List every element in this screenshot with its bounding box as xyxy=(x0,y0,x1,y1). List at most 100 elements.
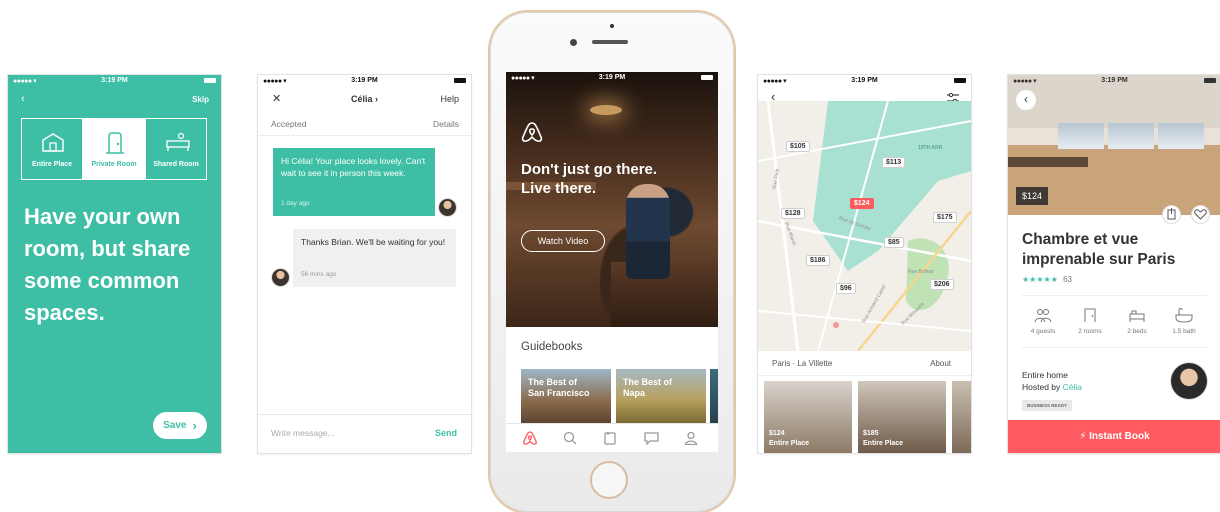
message-time: 1 day ago xyxy=(281,200,310,207)
person-reading-decoration xyxy=(626,184,670,279)
hero-image xyxy=(506,72,718,327)
message-time: 56 mins ago xyxy=(301,271,337,278)
home-type: Entire home xyxy=(1022,370,1068,380)
listing-title-line: Chambre et vue xyxy=(1022,231,1139,248)
price-pin[interactable]: $113 xyxy=(882,157,906,168)
lamp-decoration xyxy=(590,105,622,115)
status-bar: ●●●●● ▾ 3:19 PM xyxy=(758,75,971,87)
battery-icon xyxy=(204,78,216,83)
listing-card[interactable]: $124 Entire Place xyxy=(764,381,852,453)
price-pin[interactable]: $175 xyxy=(933,212,957,223)
status-row: Accepted Details xyxy=(258,113,471,136)
guidebook-title: San Francisco xyxy=(528,388,590,398)
guidebook-card[interactable] xyxy=(710,369,718,423)
house-icon xyxy=(42,133,64,152)
amenity-label: 2 beds xyxy=(1127,328,1147,335)
message-bubble-received: Thanks Brian. We'll be waiting for you! … xyxy=(293,229,456,287)
search-tab-icon[interactable] xyxy=(563,431,577,445)
guidebooks-section: Guidebooks The Best of San Francisco The… xyxy=(506,327,718,423)
instant-book-button[interactable]: ⚡ Instant Book xyxy=(1008,420,1220,453)
conversation-title[interactable]: Célia › xyxy=(258,94,471,104)
status-time: 3:19 PM xyxy=(598,74,626,81)
map-view[interactable]: $105 $113 $124 $128 $175 $85 $186 $96 $2… xyxy=(758,101,971,351)
listing-price: $124 xyxy=(769,430,785,437)
listing-price: $185 xyxy=(863,430,879,437)
segment-entire-place[interactable]: Entire Place xyxy=(21,118,83,180)
details-link[interactable]: Details xyxy=(433,119,459,129)
screen-map: ●●●●● ▾ 3:19 PM ‹ $105 $113 $124 $128 $1… xyxy=(758,75,971,453)
location-label: Paris · La Villette xyxy=(772,359,833,368)
skip-button[interactable]: Skip xyxy=(192,95,209,104)
price-pin[interactable]: $206 xyxy=(930,279,954,290)
price-pin[interactable]: $105 xyxy=(786,141,810,152)
listing-title: Chambre et vue imprenable sur Paris xyxy=(1022,230,1175,270)
host-avatar[interactable] xyxy=(1171,363,1207,399)
airbnb-tab-icon[interactable] xyxy=(522,430,538,446)
battery-icon xyxy=(954,78,966,83)
compose-bar: Write message... Send xyxy=(258,414,471,453)
share-icon[interactable] xyxy=(1162,205,1181,224)
status-bar: ●●●●● ▾ 3:19 PM xyxy=(258,75,471,87)
guidebook-card[interactable]: The Best of San Francisco xyxy=(521,369,611,423)
hero-headline: Don't just go there. Live there. xyxy=(521,160,657,198)
trips-tab-icon[interactable] xyxy=(603,431,617,445)
segment-private-room[interactable]: Private Room xyxy=(83,118,145,180)
guidebook-card[interactable]: The Best of Napa xyxy=(616,369,706,423)
door-icon xyxy=(106,132,124,154)
review-count: 63 xyxy=(1063,275,1072,284)
send-button[interactable]: Send xyxy=(435,428,457,438)
segment-shared-room[interactable]: Shared Room xyxy=(145,118,207,180)
price-pin-selected[interactable]: $124 xyxy=(850,198,874,209)
amenity-label: 1.5 bath xyxy=(1172,328,1196,335)
beds-icon xyxy=(1129,310,1145,322)
listing-title-line: imprenable sur Paris xyxy=(1022,251,1176,268)
price-pin[interactable]: $186 xyxy=(806,255,830,266)
earpiece-speaker xyxy=(592,40,628,44)
status-bar: ●●●●● ▾ 3:19 PM xyxy=(1008,75,1220,87)
star-rating: ★★★★★ xyxy=(1022,275,1058,284)
back-icon[interactable]: ‹ xyxy=(1016,90,1036,110)
guidebook-title: Napa xyxy=(623,388,646,398)
help-button[interactable]: Help xyxy=(440,94,459,104)
hero-headline-line: Live there. xyxy=(521,180,597,197)
location-row: Paris · La Villette About xyxy=(758,353,971,376)
about-link[interactable]: About xyxy=(930,359,951,368)
hero-headline-line: Don't just go there. xyxy=(521,161,658,178)
save-label: Save xyxy=(163,420,187,431)
profile-tab-icon[interactable] xyxy=(684,431,698,445)
segment-label: Shared Room xyxy=(153,161,199,168)
home-button[interactable] xyxy=(590,461,628,499)
battery-icon xyxy=(1204,78,1216,83)
street-label: Rue Bolivar xyxy=(908,269,934,275)
segment-label: Entire Place xyxy=(31,161,73,168)
heart-icon[interactable] xyxy=(1191,205,1210,224)
listing-card[interactable]: $185 Entire Place xyxy=(858,381,946,453)
shared-bed-icon xyxy=(166,132,190,151)
listing-card[interactable] xyxy=(952,381,971,453)
price-pin[interactable]: $96 xyxy=(836,283,856,294)
price-tag: $124 xyxy=(1016,187,1049,205)
host-name-link[interactable]: Célia xyxy=(1063,382,1082,392)
amenity-bath: 1.5 bath xyxy=(1161,307,1207,335)
rooms-icon xyxy=(1084,308,1096,322)
screen-messages: ●●●●● ▾ 3:19 PM ✕ Célia › Help Accepted … xyxy=(258,75,471,453)
message-input[interactable]: Write message... xyxy=(271,428,335,438)
nav-bar: ✕ Célia › Help xyxy=(258,89,471,113)
iphone-frame: ●●●●● ▾ 3:19 PM Don't just go there. Liv… xyxy=(490,12,734,512)
screen-home: ●●●●● ▾ 3:19 PM Don't just go there. Liv… xyxy=(506,72,718,452)
business-ready-badge: BUSINESS READY xyxy=(1022,400,1073,411)
watch-video-button[interactable]: Watch Video xyxy=(521,230,605,252)
back-icon[interactable]: ‹ xyxy=(21,93,25,105)
segment-label: Private Room xyxy=(91,161,137,168)
front-camera-icon xyxy=(570,39,577,46)
price-pin[interactable]: $85 xyxy=(884,237,904,248)
avatar xyxy=(439,199,456,216)
status-time: 3:19 PM xyxy=(101,77,128,84)
messages-tab-icon[interactable] xyxy=(644,431,659,445)
headline: Have your own room, but share some commo… xyxy=(24,204,191,325)
status-time: 3:19 PM xyxy=(1101,77,1128,84)
save-button[interactable]: Save › xyxy=(153,412,207,439)
price-pin[interactable]: $128 xyxy=(781,208,805,219)
status-bar: ●●●●● ▾ 3:19 PM xyxy=(506,72,718,84)
listing-type: Entire Place xyxy=(769,440,810,447)
